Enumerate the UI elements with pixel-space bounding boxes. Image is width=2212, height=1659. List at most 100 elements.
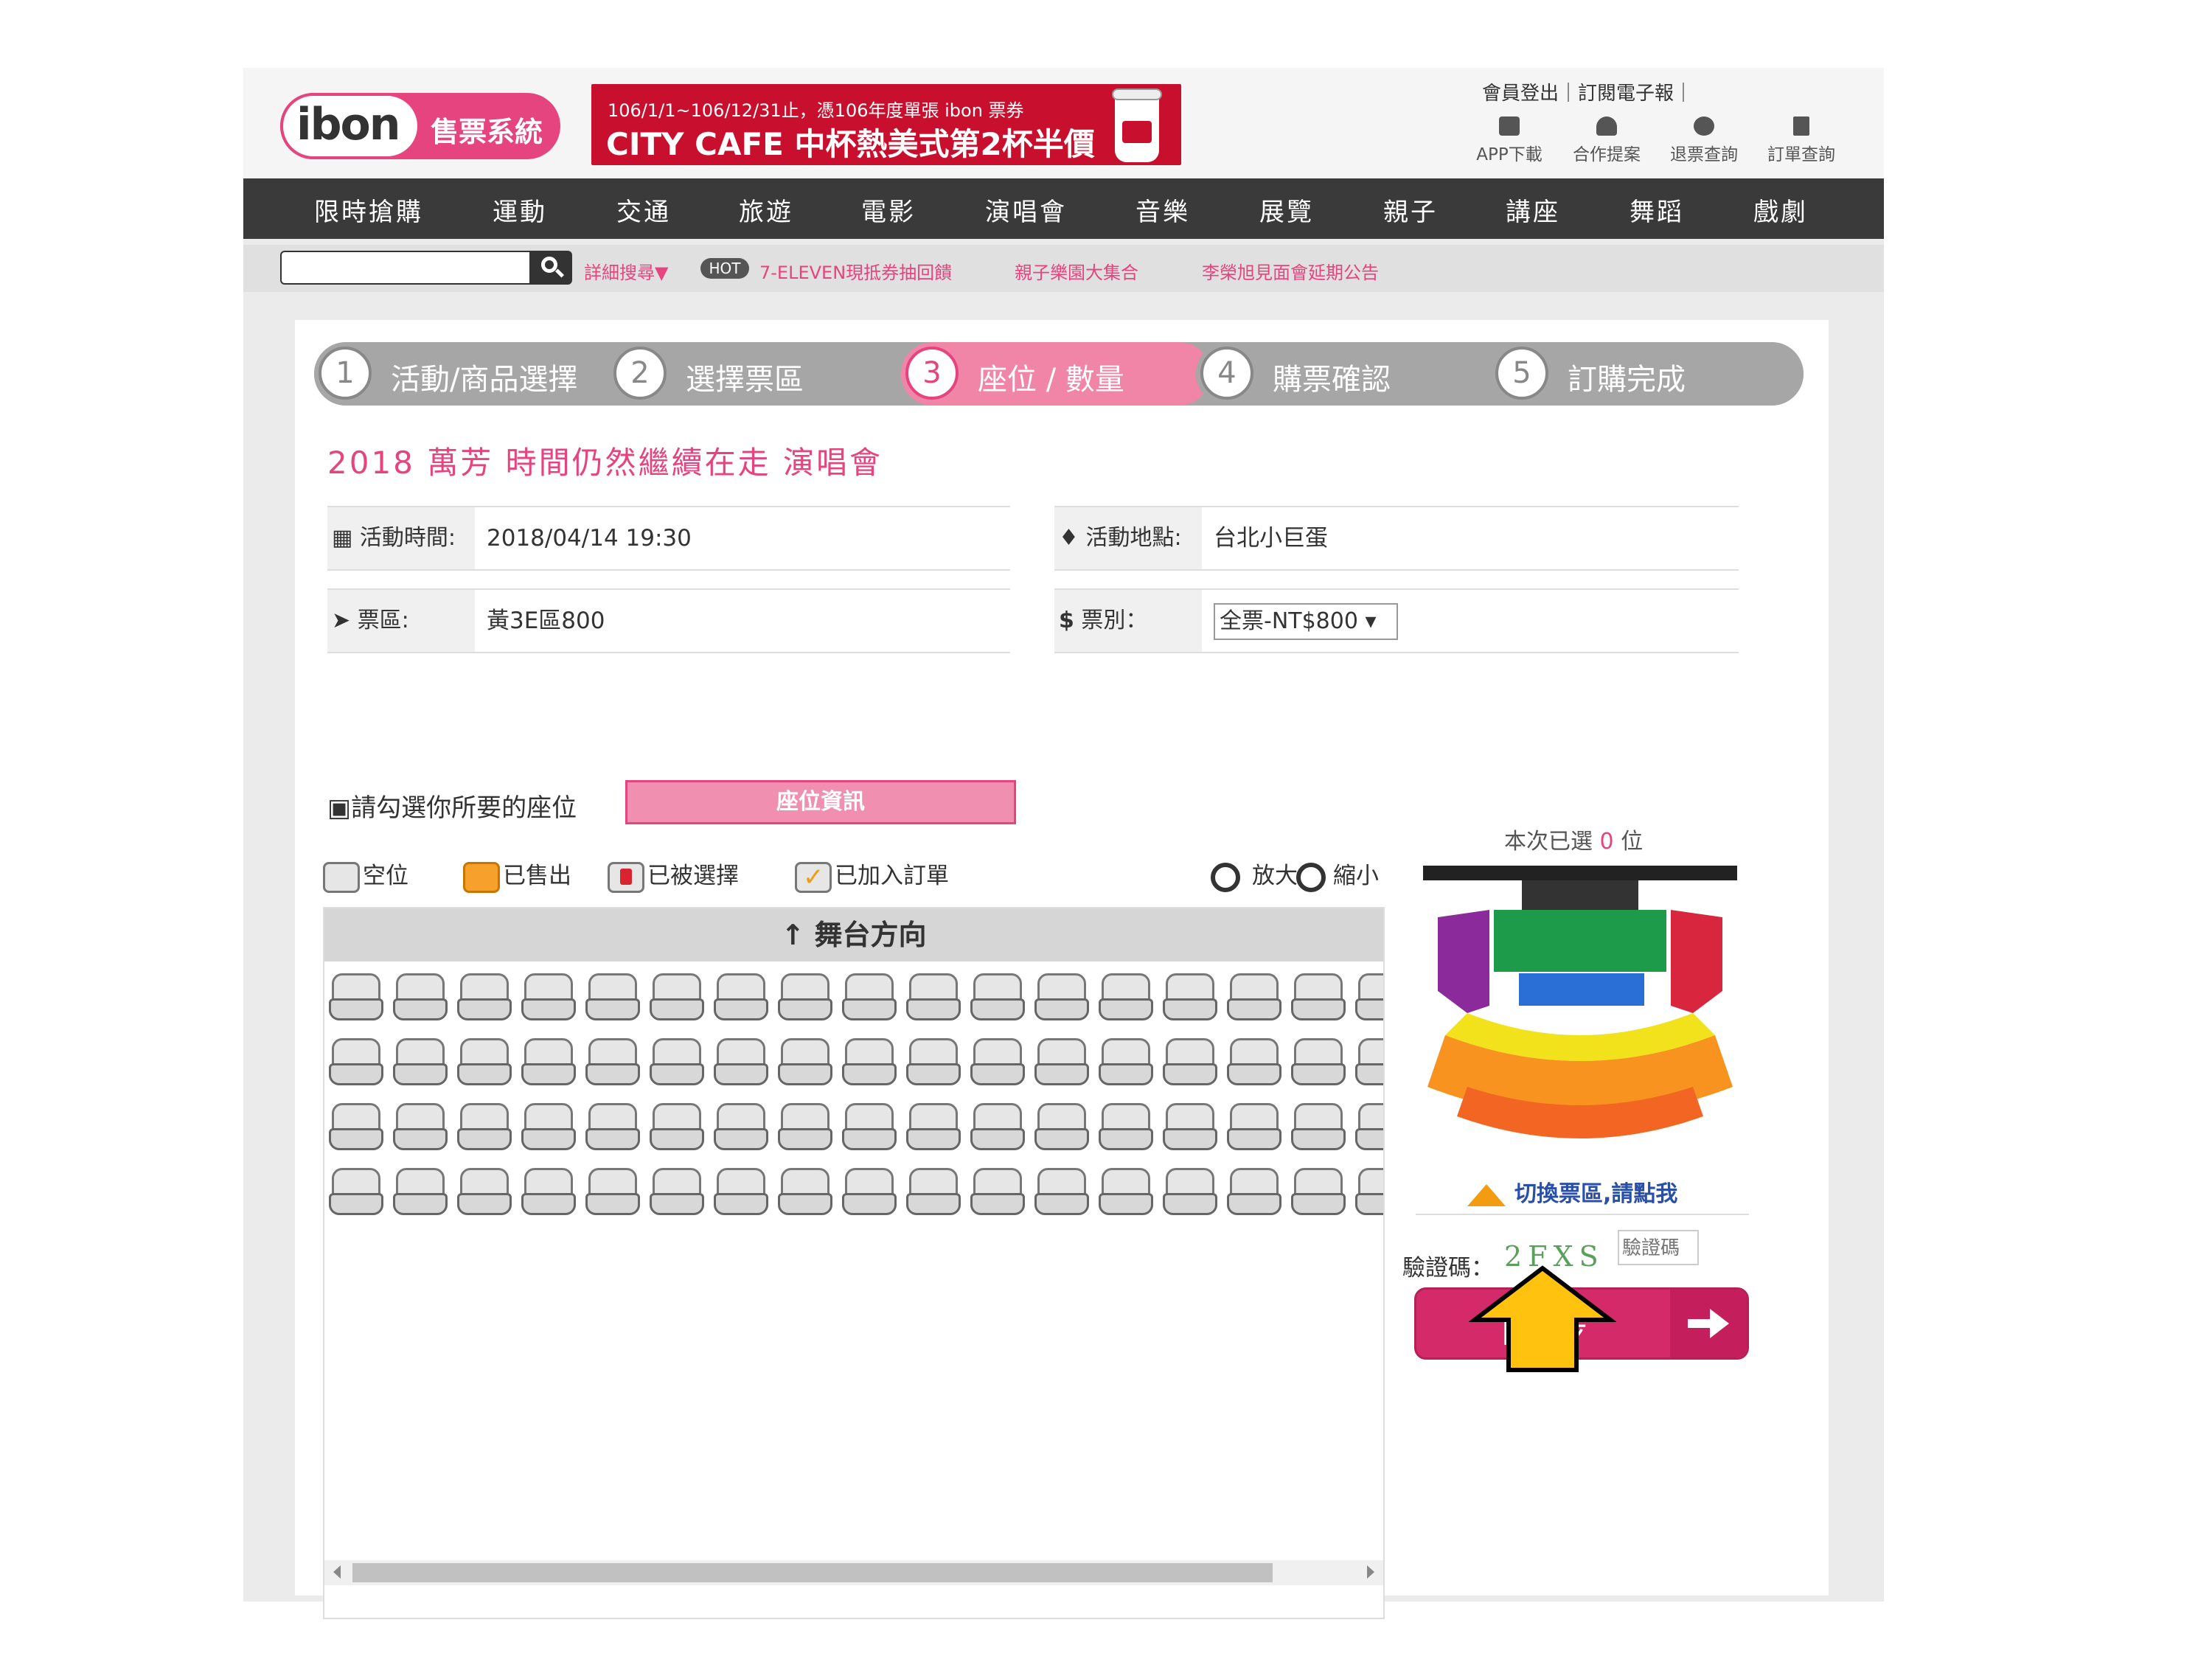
empty-seat[interactable]: [778, 1037, 832, 1090]
captcha-input[interactable]: [1618, 1230, 1699, 1265]
empty-seat[interactable]: [329, 972, 383, 1025]
empty-seat[interactable]: [1034, 1166, 1089, 1220]
advanced-search-link[interactable]: 詳細搜尋▼: [584, 258, 668, 284]
venue-map[interactable]: [1423, 866, 1737, 1164]
zoom-in-icon[interactable]: [1211, 863, 1240, 892]
empty-seat[interactable]: [778, 972, 832, 1025]
scroll-right-icon[interactable]: [1367, 1565, 1374, 1579]
search-input[interactable]: [280, 251, 531, 285]
empty-seat[interactable]: [1355, 1166, 1383, 1220]
empty-seat[interactable]: [1291, 1166, 1346, 1220]
empty-seat[interactable]: [842, 1037, 897, 1090]
empty-seat[interactable]: [778, 1166, 832, 1220]
empty-seat[interactable]: [650, 1166, 704, 1220]
nav-item[interactable]: 親子: [1383, 192, 1438, 228]
empty-seat[interactable]: [1163, 1102, 1217, 1155]
hot-link[interactable]: 親子樂園大集合: [1015, 258, 1138, 284]
empty-seat[interactable]: [1291, 1037, 1346, 1090]
empty-seat[interactable]: [585, 1037, 640, 1090]
empty-seat[interactable]: [1034, 1037, 1089, 1090]
horizontal-scrollbar[interactable]: [324, 1560, 1383, 1585]
order-query-link[interactable]: 訂單查詢: [1753, 116, 1849, 165]
nav-item[interactable]: 限時搶購: [314, 192, 423, 228]
nav-item[interactable]: 電影: [861, 192, 916, 228]
zoom-in-button[interactable]: 放大: [1252, 855, 1298, 897]
empty-seat[interactable]: [521, 1166, 576, 1220]
empty-seat[interactable]: [650, 972, 704, 1025]
empty-seat[interactable]: [393, 1166, 448, 1220]
empty-seat[interactable]: [650, 1102, 704, 1155]
seat-info-button[interactable]: 座位資訊: [625, 780, 1016, 824]
empty-seat[interactable]: [650, 1037, 704, 1090]
promo-banner[interactable]: 106/1/1~106/12/31止，憑106年度單張 ibon 票券 CITY…: [591, 84, 1181, 165]
nav-item[interactable]: 展覽: [1259, 192, 1314, 228]
empty-seat[interactable]: [329, 1166, 383, 1220]
empty-seat[interactable]: [393, 1102, 448, 1155]
nav-item[interactable]: 交通: [616, 192, 671, 228]
empty-seat[interactable]: [457, 972, 512, 1025]
app-download-link[interactable]: APP下載: [1461, 116, 1557, 165]
empty-seat[interactable]: [1099, 1037, 1153, 1090]
empty-seat[interactable]: [1355, 972, 1383, 1025]
ibon-logo[interactable]: ibon 售票系統: [280, 93, 560, 159]
empty-seat[interactable]: [1227, 1037, 1281, 1090]
cooperation-link[interactable]: 合作提案: [1559, 116, 1655, 165]
empty-seat[interactable]: [714, 1166, 768, 1220]
empty-seat[interactable]: [970, 1102, 1025, 1155]
nav-item[interactable]: 戲劇: [1753, 192, 1808, 228]
top-links[interactable]: 會員登出｜訂閱電子報｜: [1482, 78, 1693, 105]
empty-seat[interactable]: [1163, 1037, 1217, 1090]
empty-seat[interactable]: [457, 1037, 512, 1090]
empty-seat[interactable]: [970, 1037, 1025, 1090]
zoom-out-icon[interactable]: [1296, 863, 1326, 892]
empty-seat[interactable]: [970, 972, 1025, 1025]
empty-seat[interactable]: [842, 972, 897, 1025]
search-button[interactable]: [531, 251, 572, 285]
zoom-out-button[interactable]: 縮小: [1333, 855, 1379, 897]
empty-seat[interactable]: [585, 1166, 640, 1220]
empty-seat[interactable]: [842, 1102, 897, 1155]
empty-seat[interactable]: [1163, 972, 1217, 1025]
empty-seat[interactable]: [393, 1037, 448, 1090]
empty-seat[interactable]: [521, 972, 576, 1025]
empty-seat[interactable]: [521, 1037, 576, 1090]
empty-seat[interactable]: [457, 1102, 512, 1155]
empty-seat[interactable]: [1227, 972, 1281, 1025]
empty-seat[interactable]: [1355, 1102, 1383, 1155]
empty-seat[interactable]: [1291, 972, 1346, 1025]
empty-seat[interactable]: [1034, 972, 1089, 1025]
empty-seat[interactable]: [906, 1037, 961, 1090]
empty-seat[interactable]: [842, 1166, 897, 1220]
empty-seat[interactable]: [521, 1102, 576, 1155]
empty-seat[interactable]: [1099, 972, 1153, 1025]
empty-seat[interactable]: [1291, 1102, 1346, 1155]
empty-seat[interactable]: [1099, 1102, 1153, 1155]
empty-seat[interactable]: [1163, 1166, 1217, 1220]
hot-link[interactable]: 7-ELEVEN現抵券抽回饋: [759, 258, 952, 284]
empty-seat[interactable]: [1355, 1037, 1383, 1090]
empty-seat[interactable]: [714, 1102, 768, 1155]
refund-query-link[interactable]: 退票查詢: [1656, 116, 1752, 165]
empty-seat[interactable]: [906, 972, 961, 1025]
nav-item[interactable]: 舞蹈: [1630, 192, 1684, 228]
ticket-type-select[interactable]: 全票-NT$800 ▾: [1214, 603, 1398, 640]
nav-item[interactable]: 運動: [493, 192, 547, 228]
empty-seat[interactable]: [585, 1102, 640, 1155]
empty-seat[interactable]: [393, 972, 448, 1025]
nav-item[interactable]: 音樂: [1135, 192, 1190, 228]
empty-seat[interactable]: [906, 1102, 961, 1155]
empty-seat[interactable]: [1099, 1166, 1153, 1220]
empty-seat[interactable]: [1227, 1102, 1281, 1155]
empty-seat[interactable]: [970, 1166, 1025, 1220]
empty-seat[interactable]: [1034, 1102, 1089, 1155]
empty-seat[interactable]: [714, 1037, 768, 1090]
switch-area-link[interactable]: 切換票區,請點我: [1467, 1175, 1677, 1208]
empty-seat[interactable]: [329, 1102, 383, 1155]
empty-seat[interactable]: [906, 1166, 961, 1220]
hot-link[interactable]: 李榮旭見面會延期公告: [1202, 258, 1379, 284]
empty-seat[interactable]: [585, 972, 640, 1025]
empty-seat[interactable]: [457, 1166, 512, 1220]
empty-seat[interactable]: [329, 1037, 383, 1090]
scroll-left-icon[interactable]: [333, 1565, 341, 1579]
nav-item[interactable]: 講座: [1506, 192, 1560, 228]
